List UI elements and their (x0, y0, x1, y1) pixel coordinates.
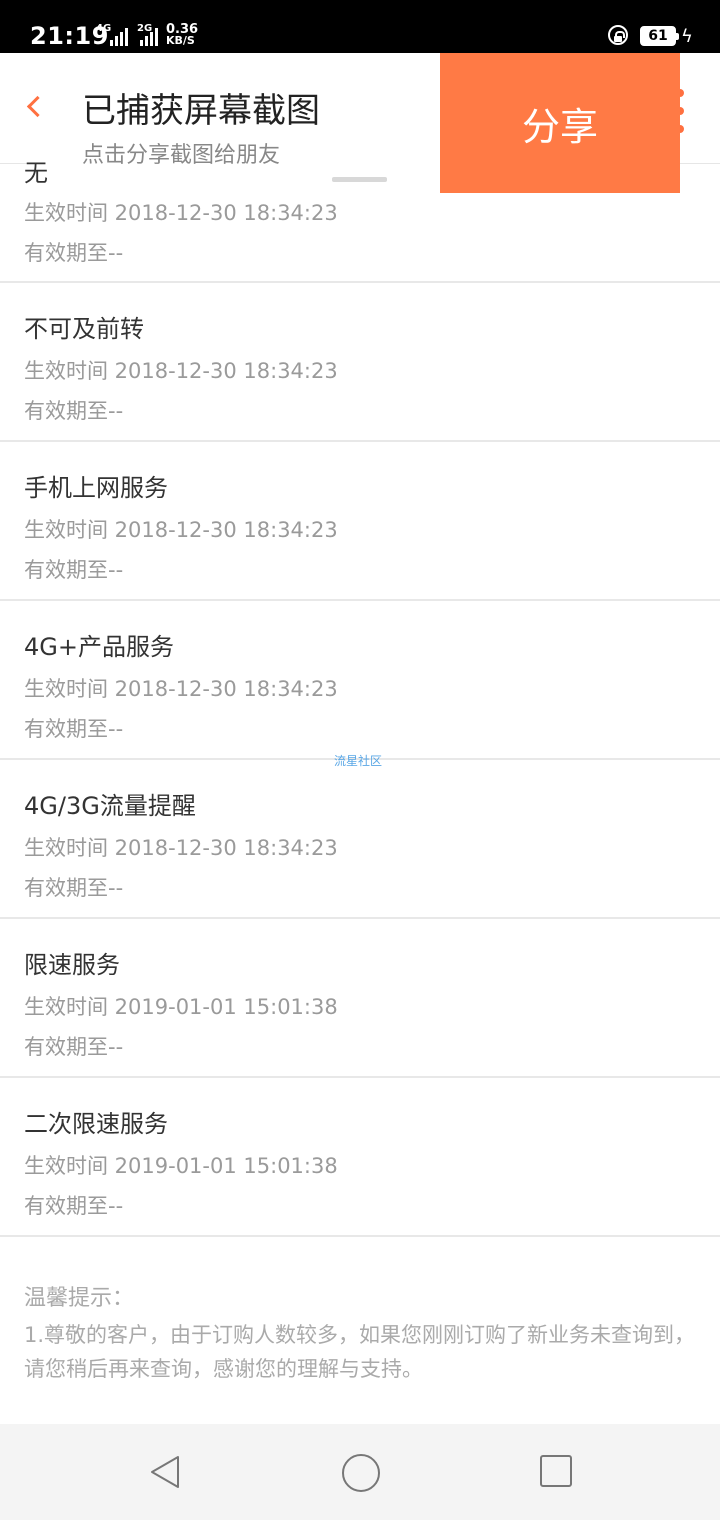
nav-back-icon[interactable] (148, 1454, 182, 1490)
network-speed: 0.36 KB/S (166, 23, 198, 47)
service-item: 4G+产品服务 生效时间 2018-12-30 18:34:23 有效期至-- (0, 601, 720, 760)
service-name: 无 (24, 159, 48, 187)
service-list: 无 生效时间 2018-12-30 18:34:23 有效期至-- 不可及前转 … (0, 159, 720, 1237)
service-effective-time: 生效时间 2018-12-30 18:34:23 (24, 677, 338, 701)
service-item: 手机上网服务 生效时间 2018-12-30 18:34:23 有效期至-- (0, 442, 720, 601)
status-bar: 21:19 4G 2G 0.36 KB/S 61 ϟ (0, 0, 720, 53)
network-type-4g: 4G (96, 23, 112, 34)
service-expiry: 有效期至-- (24, 558, 124, 582)
speed-unit: KB/S (166, 34, 195, 47)
nav-recent-icon[interactable] (540, 1455, 572, 1487)
battery-icon: 61 (640, 26, 679, 46)
tips-body: 1.尊敬的客户，由于订购人数较多，如果您刚刚订购了新业务未查询到，请您稍后再来查… (24, 1323, 696, 1381)
service-name: 二次限速服务 (24, 1110, 168, 1138)
service-effective-time: 生效时间 2019-01-01 15:01:38 (24, 1154, 338, 1178)
service-effective-time: 生效时间 2019-01-01 15:01:38 (24, 995, 338, 1019)
service-name: 手机上网服务 (24, 474, 168, 502)
navigation-bar (0, 1424, 720, 1520)
service-name: 4G+产品服务 (24, 633, 174, 661)
signal-icon (110, 26, 130, 46)
service-effective-time: 生效时间 2018-12-30 18:34:23 (24, 518, 338, 542)
service-expiry: 有效期至-- (24, 1194, 124, 1218)
service-item: 二次限速服务 生效时间 2019-01-01 15:01:38 有效期至-- (0, 1078, 720, 1237)
service-name: 4G/3G流量提醒 (24, 792, 196, 820)
service-expiry: 有效期至-- (24, 241, 124, 265)
service-effective-time: 生效时间 2018-12-30 18:34:23 (24, 359, 338, 383)
tips-title: 温馨提示： (24, 1286, 135, 1311)
service-effective-time: 生效时间 2018-12-30 18:34:23 (24, 836, 338, 860)
service-expiry: 有效期至-- (24, 1035, 124, 1059)
service-name: 限速服务 (24, 951, 120, 979)
service-effective-time: 生效时间 2018-12-30 18:34:23 (24, 201, 338, 225)
service-expiry: 有效期至-- (24, 399, 124, 423)
lock-icon (608, 25, 628, 45)
nav-home-icon[interactable] (342, 1454, 380, 1492)
service-item: 限速服务 生效时间 2019-01-01 15:01:38 有效期至-- (0, 919, 720, 1078)
service-expiry: 有效期至-- (24, 717, 124, 741)
tips-section: 温馨提示： 1.尊敬的客户，由于订购人数较多，如果您刚刚订购了新业务未查询到，请… (0, 1238, 720, 1424)
charging-icon: ϟ (681, 26, 693, 47)
signal-icon-2 (140, 26, 160, 46)
service-expiry: 有效期至-- (24, 876, 124, 900)
service-name: 不可及前转 (24, 315, 144, 343)
service-item: 无 生效时间 2018-12-30 18:34:23 有效期至-- (0, 159, 720, 283)
service-item: 不可及前转 生效时间 2018-12-30 18:34:23 有效期至-- (0, 283, 720, 442)
service-item: 4G/3G流量提醒 生效时间 2018-12-30 18:34:23 有效期至-… (0, 760, 720, 919)
toast-title: 已捕获屏幕截图 (82, 91, 320, 131)
watermark: 流星社区 (334, 754, 383, 768)
